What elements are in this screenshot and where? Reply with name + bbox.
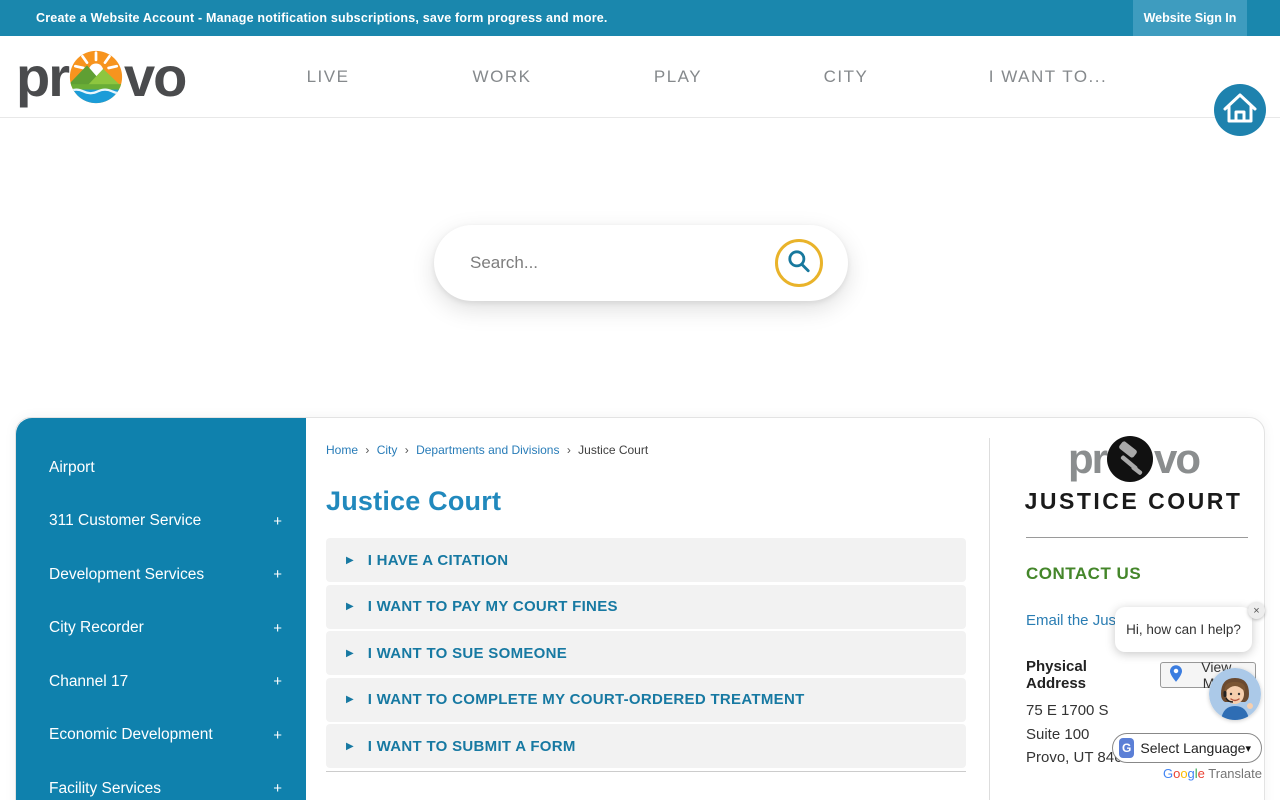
content-card: Airport 311 Customer Service + Developme… (15, 417, 1265, 800)
google-letter: G (1162, 766, 1174, 781)
breadcrumb-home[interactable]: Home (326, 443, 358, 457)
google-letter: g (1187, 766, 1195, 781)
sidebar-item-economic-development[interactable]: Economic Development + (16, 709, 306, 763)
sidebar-item-label: Channel 17 (49, 672, 129, 690)
jc-logo-text-vo: vo (1153, 435, 1201, 482)
sidebar-item-label: Airport (49, 458, 95, 476)
jc-logo-text-pr: pr (1067, 435, 1108, 482)
accordion-list: ▶ I HAVE A CITATION ▶ I WANT TO PAY MY C… (326, 538, 966, 772)
accordion-court-ordered-treatment[interactable]: ▶ I WANT TO COMPLETE MY COURT-ORDERED TR… (326, 677, 966, 722)
provo-logo-text-pr: pr (16, 45, 70, 108)
google-translate-icon: G (1119, 738, 1135, 758)
website-sign-in-button[interactable]: Website Sign In (1133, 0, 1247, 36)
breadcrumb-separator: › (566, 443, 571, 457)
accordion-label: I WANT TO SUE SOMEONE (367, 644, 568, 662)
justice-court-logo: pr vo JUSTICE COURT (1011, 436, 1256, 515)
chevron-right-icon: ▶ (346, 694, 354, 705)
chat-tooltip: Hi, how can I help? (1115, 607, 1252, 652)
breadcrumb-city[interactable]: City (377, 443, 398, 457)
sidebar-item-311-customer-service[interactable]: 311 Customer Service + (16, 495, 306, 549)
sidebar-item-label: Development Services (49, 565, 205, 583)
sidebar-item-label: City Recorder (49, 619, 144, 637)
search-button[interactable] (775, 239, 823, 287)
chevron-right-icon: ▶ (346, 647, 354, 659)
map-pin-icon (1169, 665, 1182, 685)
google-translate-attribution[interactable]: Google Translate (1140, 766, 1262, 781)
accordion-label: I HAVE A CITATION (367, 551, 509, 569)
provo-sun-mountain-icon (69, 50, 123, 104)
site-search (434, 225, 848, 301)
nav-play[interactable]: PLAY (654, 36, 702, 118)
accordion-sue-someone[interactable]: ▶ I WANT TO SUE SOMEONE (326, 631, 966, 675)
nav-live[interactable]: LIVE (307, 36, 350, 118)
expand-plus-icon[interactable]: + (273, 566, 282, 583)
expand-plus-icon[interactable]: + (273, 620, 282, 637)
expand-plus-icon[interactable]: + (273, 513, 282, 530)
chat-close-icon[interactable]: × (1248, 602, 1265, 619)
sidebar-item-development-services[interactable]: Development Services + (16, 548, 306, 602)
sidebar-item-label: Facility Services (49, 779, 161, 797)
chevron-down-icon: ▾ (1245, 742, 1251, 755)
create-account-link[interactable]: Create a Website Account - Manage notifi… (36, 0, 608, 36)
chevron-right-icon: ▶ (346, 554, 354, 566)
breadcrumb-separator: › (365, 443, 370, 457)
nav-city[interactable]: CITY (824, 36, 869, 118)
jc-logo-line2: JUSTICE COURT (1024, 488, 1243, 514)
top-utility-bar: Create a Website Account - Manage notifi… (0, 0, 1280, 36)
google-letter: o (1180, 766, 1188, 781)
nav-work[interactable]: WORK (473, 36, 532, 118)
breadcrumb: Home › City › Departments and Divisions … (326, 443, 648, 457)
sidebar-item-facility-services[interactable]: Facility Services + (16, 762, 306, 800)
accordion-i-have-a-citation[interactable]: ▶ I HAVE A CITATION (326, 538, 966, 582)
home-icon (1214, 82, 1266, 139)
chevron-right-icon: ▶ (346, 740, 354, 752)
accordion-label: I WANT TO PAY MY COURT FINES (367, 598, 618, 615)
nav-i-want-to[interactable]: I WANT TO... (989, 36, 1107, 118)
accordion-submit-a-form[interactable]: ▶ I WANT TO SUBMIT A FORM (326, 724, 966, 768)
sidebar-item-label: 311 Customer Service (49, 512, 202, 530)
accordion-label: I WANT TO SUBMIT A FORM (367, 737, 576, 755)
physical-address-label: Physical Address (1026, 658, 1087, 692)
expand-plus-icon[interactable]: + (273, 727, 282, 744)
google-letter: e (1197, 766, 1205, 781)
page-title: Justice Court (326, 486, 502, 516)
department-sidebar: Airport 311 Customer Service + Developme… (16, 418, 306, 800)
aside-divider (1026, 537, 1248, 538)
expand-plus-icon[interactable]: + (273, 673, 282, 690)
translate-word: Translate (1204, 766, 1262, 781)
chat-agent-avatar[interactable] (1209, 668, 1261, 720)
chevron-right-icon: ▶ (346, 601, 354, 612)
sidebar-item-city-recorder[interactable]: City Recorder + (16, 602, 306, 656)
select-language-label: Select Language (1140, 740, 1246, 756)
select-language-dropdown[interactable]: G Select Language ▾ (1112, 733, 1262, 763)
page: Create a Website Account - Manage notifi… (0, 0, 1280, 800)
justice-court-aside: pr vo JUSTICE COURT CONTACT US Email the… (1011, 418, 1256, 770)
search-input[interactable] (470, 253, 770, 273)
expand-plus-icon[interactable]: + (273, 780, 282, 797)
accordion-pay-court-fines[interactable]: ▶ I WANT TO PAY MY COURT FINES (326, 584, 966, 629)
contact-us-heading: CONTACT US (1026, 564, 1142, 583)
accordion-label: I WANT TO COMPLETE MY COURT-ORDERED TREA… (367, 691, 805, 708)
breadcrumb-departments[interactable]: Departments and Divisions (416, 443, 559, 457)
sidebar-item-channel-17[interactable]: Channel 17 + (16, 655, 306, 709)
home-button[interactable] (1214, 84, 1266, 136)
gavel-icon (1106, 436, 1153, 482)
sidebar-item-airport[interactable]: Airport (16, 441, 306, 495)
column-divider (989, 438, 990, 800)
breadcrumb-separator: › (404, 443, 409, 457)
sidebar-item-label: Economic Development (49, 726, 213, 744)
provo-logo-text-vo: vo (124, 45, 187, 108)
search-icon (786, 248, 812, 279)
provo-logo[interactable]: pr vo (16, 45, 187, 108)
site-header: pr vo LIVE WORK PLAY CITY I WANT TO... (0, 36, 1280, 136)
breadcrumb-current: Justice Court (578, 443, 649, 457)
